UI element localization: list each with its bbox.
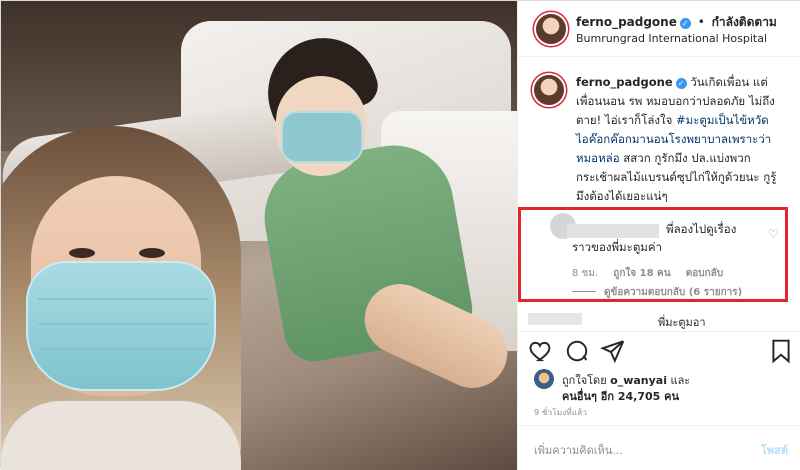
instagram-post-window: ferno_padgone ✓ • กำลังติดตาม Bumrungrad … [0,0,800,470]
post-comment-button[interactable]: โพสต์ [761,441,788,459]
comment-icon[interactable] [564,338,590,364]
selfie-face-mask [26,261,216,391]
caption-username[interactable]: ferno_padgone [576,75,673,89]
post-action-bar [518,331,800,371]
post-location[interactable]: Bumrungrad International Hospital [576,32,767,45]
likes-summary: ถูกใจโดย o_wanyai และ คนอื่นๆ อีก 24,705… [534,369,794,405]
verified-badge-icon: ✓ [679,18,691,29]
header-separator: • [697,15,705,29]
following-button[interactable]: กำลังติดตาม [712,15,777,29]
patient-face-mask [281,111,363,163]
bookmark-icon[interactable] [768,338,794,364]
comment-highlight-box [518,207,788,302]
next-comment-blurred-name [528,313,582,325]
post-photo[interactable] [1,1,517,470]
verified-badge-icon: ✓ [675,78,687,89]
add-comment-bar: เพิ่มความคิดเห็น... โพสต์ [518,425,800,470]
liker-username[interactable]: o_wanyai [610,374,667,387]
author-avatar[interactable] [536,14,566,44]
author-username[interactable]: ferno_padgone [576,15,677,29]
post-header: ferno_padgone ✓ • กำลังติดตาม Bumrungrad … [518,1,800,57]
share-icon[interactable] [600,338,626,364]
comment-input[interactable]: เพิ่มความคิดเห็น... [534,441,623,459]
others-liked-link[interactable]: คนอื่นๆ อีก 24,705 คน [562,387,679,405]
liker-avatar[interactable] [534,369,554,389]
heart-icon[interactable] [528,338,554,364]
next-comment-text: พี่มะตูมอา [658,316,706,329]
caption-author-avatar[interactable] [534,75,564,105]
post-timestamp[interactable]: 9 ชั่วโมงที่แล้ว [534,406,587,419]
